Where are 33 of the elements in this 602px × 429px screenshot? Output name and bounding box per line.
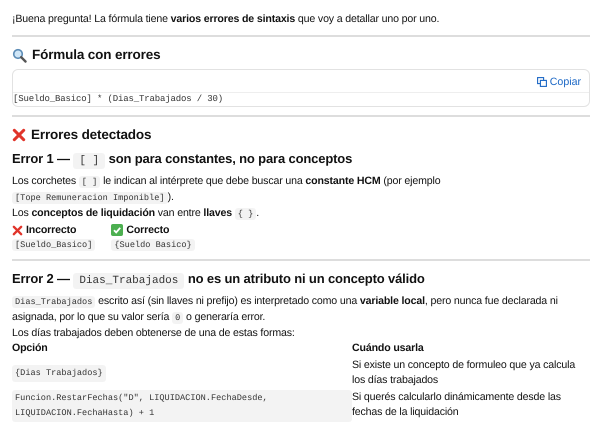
inline-code: [ ] <box>78 176 100 188</box>
paragraph-text: Los corchetes [ ] le indican al intérprete que debe buscar una constante HCM (por ejemplo [Tope Remuneracion Imponible] ). <box>12 174 442 206</box>
inline-code: {Sueldo Basico} <box>111 239 195 251</box>
cross-icon <box>12 224 23 236</box>
table-header: Opción <box>12 341 49 356</box>
paragraph-text: Los días trabajados deben obtenerse de una de estas formas: <box>12 326 296 341</box>
cross-icon <box>12 128 26 142</box>
inline-code: {Dias Trabajados} <box>12 364 106 382</box>
inline-code: [ ] <box>73 153 106 169</box>
section-title: Errores detectados <box>31 126 152 144</box>
copy-icon <box>536 77 547 87</box>
error-heading: Error 2 — Dias_Trabajados no es un atributo ni un concepto válido <box>12 270 426 291</box>
table-cell-text: Si existe un concepto de formuleo que ya calcula los días trabajados <box>352 358 576 388</box>
paragraph-text: Los conceptos de liquidación van entre llaves { } . <box>12 206 260 222</box>
copy-button[interactable]: Copiar <box>536 76 581 88</box>
table-cell-text: Si querés calcularlo dinámicamente desde las fechas de la liquidación <box>352 390 562 420</box>
formula-code: [Sueldo_Basico] * (Dias_Trabajados / 30) <box>13 93 224 106</box>
inline-code: 0 <box>172 312 184 324</box>
check-icon <box>111 224 124 236</box>
intro-text: ¡Buena pregunta! La fórmula tiene varios errores de sintaxis que voy a detallar uno por uno. <box>12 12 440 27</box>
inline-code: Dias_Trabajados <box>73 273 184 289</box>
comparison-label: Incorrecto <box>26 224 76 236</box>
search-icon <box>12 48 27 62</box>
inline-code: Funcion.RestarFechas("D", LIQUIDACION.FechaDesde, LIQUIDACION.FechaHasta) + 1 <box>12 390 352 422</box>
paragraph-text: Dias_Trabajados escrito así (sin llaves ni prefijo) es interpretado como una variable local, pero nunca fue declarada ni asignada, por lo que su valor sería 0 o generaría error. <box>12 294 559 326</box>
inline-code: [Tope Remuneracion Imponible] <box>12 192 168 204</box>
inline-code: { } <box>234 208 256 220</box>
inline-code: [Sueldo_Basico] <box>12 239 96 251</box>
error-heading: Error 1 — [ ] son para constantes, no para conceptos <box>12 150 354 171</box>
comparison-label: Correcto <box>126 224 170 236</box>
inline-code: Dias_Trabajados <box>12 296 96 308</box>
table-header: Cuándo usarla <box>352 341 425 356</box>
section-title: Fórmula con errores <box>32 46 160 64</box>
